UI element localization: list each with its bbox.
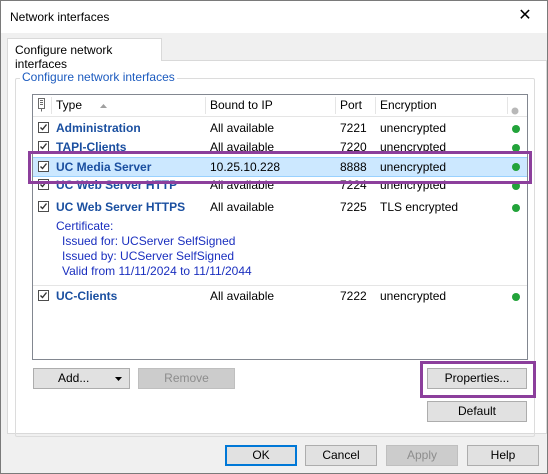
remove-label: Remove [164,371,209,385]
row-port: 7220 [340,140,367,154]
column-type[interactable]: Type [56,95,82,116]
status-ok-icon [512,144,520,152]
properties-button[interactable]: Properties... [427,368,527,389]
row-type: UC-Clients [56,289,118,303]
row-checkbox[interactable] [38,179,49,190]
close-icon[interactable]: ✕ [515,6,535,26]
status-ok-icon [512,163,520,171]
add-label: Add... [58,371,90,385]
add-button[interactable]: Add... [33,368,130,389]
default-label: Default [457,404,497,418]
status-dot-icon [511,101,519,115]
ok-label: OK [252,448,270,462]
row-port: 7221 [340,121,367,135]
row-encryption: unencrypted [380,289,447,303]
status-ok-icon [512,182,520,190]
row-type: UC Media Server [56,160,152,174]
cancel-button[interactable]: Cancel [305,445,377,466]
row-checkbox[interactable] [38,161,49,172]
row-encryption: unencrypted [380,178,447,192]
title-bar: Network interfaces ✕ [1,1,547,33]
certificate-issued-by: Issued by: UCServer SelfSigned [62,249,235,263]
help-button[interactable]: Help [467,445,539,466]
sort-ascending-icon [99,95,108,116]
ok-button[interactable]: OK [225,445,297,466]
row-encryption: TLS encrypted [380,200,459,214]
row-checkbox[interactable] [38,141,49,152]
status-ok-icon [512,125,520,133]
row-bound: 10.25.10.228 [210,160,281,174]
row-type: TAPI-Clients [56,140,127,154]
tab-label: Configure network interfaces [15,43,113,71]
status-ok-icon [512,204,520,212]
certificate-heading: Certificate: [56,219,114,233]
table-row[interactable]: UC-Clients All available 7222 unencrypte… [33,286,527,306]
group-label: Configure network interfaces [20,70,177,84]
apply-label: Apply [406,448,438,462]
table-row[interactable]: TAPI-Clients All available 7220 unencryp… [33,139,527,157]
row-encryption: unencrypted [380,121,447,135]
certificate-issued-for: Issued for: UCServer SelfSigned [62,234,236,248]
properties-label: Properties... [444,371,510,385]
row-checkbox[interactable] [38,290,49,301]
help-label: Help [490,448,516,462]
row-encryption: unencrypted [380,160,447,174]
network-icon [37,98,46,112]
table-row-selected[interactable]: UC Media Server 10.25.10.228 8888 unencr… [33,157,527,177]
row-bound: All available [210,289,275,303]
table-row[interactable]: UC Web Server HTTP All available 7224 un… [33,177,527,195]
column-port[interactable]: Port [340,95,362,116]
row-type: UC Web Server HTTPS [56,200,186,214]
row-bound: All available [210,140,275,154]
table-row[interactable]: Administration All available 7221 unencr… [33,119,527,139]
list-header: Type Bound to IP Port Encryption [33,95,527,117]
row-checkbox[interactable] [38,201,49,212]
status-ok-icon [512,293,520,301]
row-bound: All available [210,121,275,135]
chevron-down-icon [114,369,123,394]
default-button[interactable]: Default [427,401,527,422]
row-bound: All available [210,200,275,214]
cancel-label: Cancel [322,448,360,462]
row-bound: All available [210,178,275,192]
row-port: 8888 [340,160,367,174]
row-port: 7222 [340,289,367,303]
column-encryption[interactable]: Encryption [380,95,437,116]
row-checkbox[interactable] [38,122,49,133]
row-encryption: unencrypted [380,140,447,154]
row-type: UC Web Server HTTP [56,178,178,192]
row-type: Administration [56,121,141,135]
remove-button[interactable]: Remove [138,368,235,389]
interfaces-list[interactable]: Type Bound to IP Port Encryption Adminis… [32,94,528,360]
row-port: 7224 [340,178,367,192]
column-bound-to-ip[interactable]: Bound to IP [210,95,273,116]
table-row[interactable]: UC Web Server HTTPS All available 7225 T… [33,197,527,285]
window-title: Network interfaces [10,10,110,24]
tab-configure-network-interfaces[interactable]: Configure network interfaces [7,38,162,71]
row-port: 7225 [340,200,367,214]
certificate-valid: Valid from 11/11/2024 to 11/11/2044 [62,264,252,278]
apply-button[interactable]: Apply [386,445,458,466]
